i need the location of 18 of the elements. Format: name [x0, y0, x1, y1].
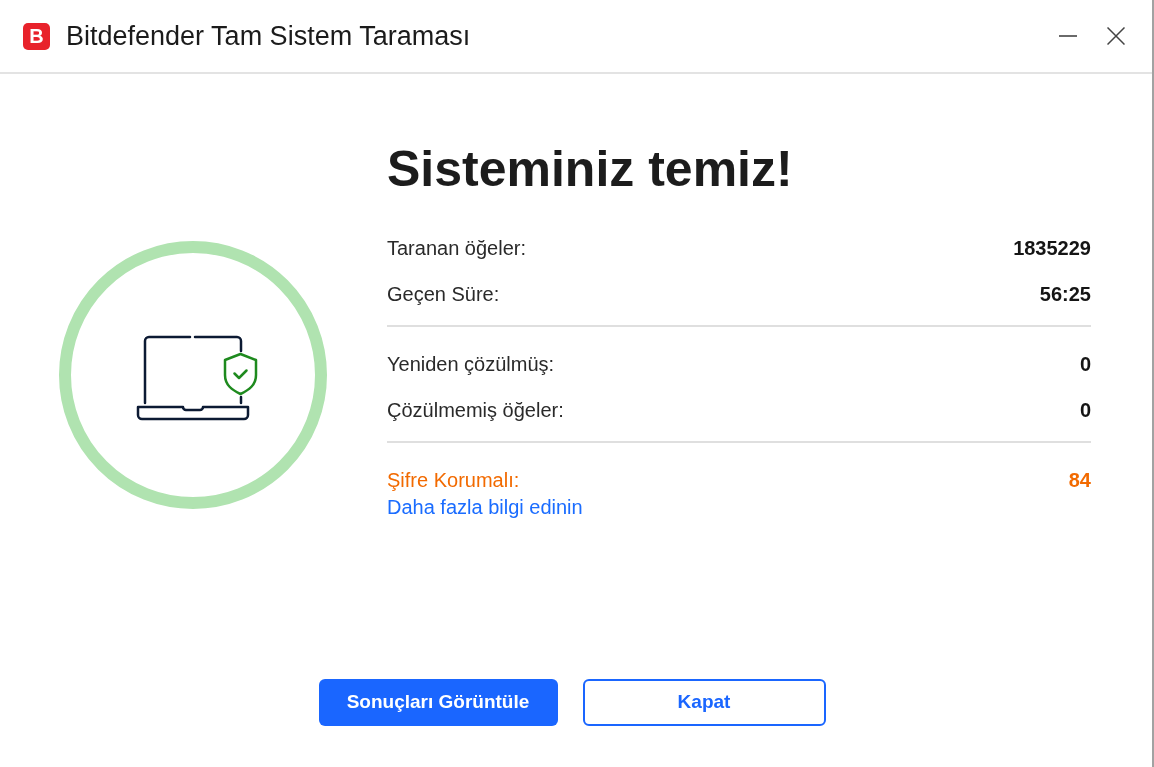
- stat-value: 56:25: [1039, 282, 1091, 307]
- stat-value: 1835229: [1013, 236, 1091, 261]
- learn-more-link[interactable]: Daha fazla bilgi edinin: [387, 495, 583, 519]
- stat-label: Geçen Süre:: [387, 282, 500, 307]
- stat-label: Çözülmemiş öğeler:: [387, 398, 564, 423]
- close-button[interactable]: Kapat: [582, 679, 826, 726]
- stat-label: Taranan öğeler:: [387, 236, 526, 261]
- close-icon[interactable]: [1107, 27, 1125, 45]
- stat-value: 84: [1068, 468, 1091, 493]
- laptop-shield-icon: [136, 335, 258, 421]
- view-results-button[interactable]: Sonuçları Görüntüle: [318, 679, 558, 726]
- stat-label: Yeniden çözülmüş:: [387, 352, 555, 377]
- stat-value: 0: [1079, 398, 1091, 423]
- window-title: Bitdefender Tam Sistem Taraması: [66, 20, 471, 53]
- stat-label: Şifre Korumalı:: [387, 468, 520, 493]
- app-logo: B: [23, 22, 50, 50]
- stat-value: 0: [1079, 352, 1091, 377]
- result-heading: Sisteminiz temiz!: [387, 140, 794, 199]
